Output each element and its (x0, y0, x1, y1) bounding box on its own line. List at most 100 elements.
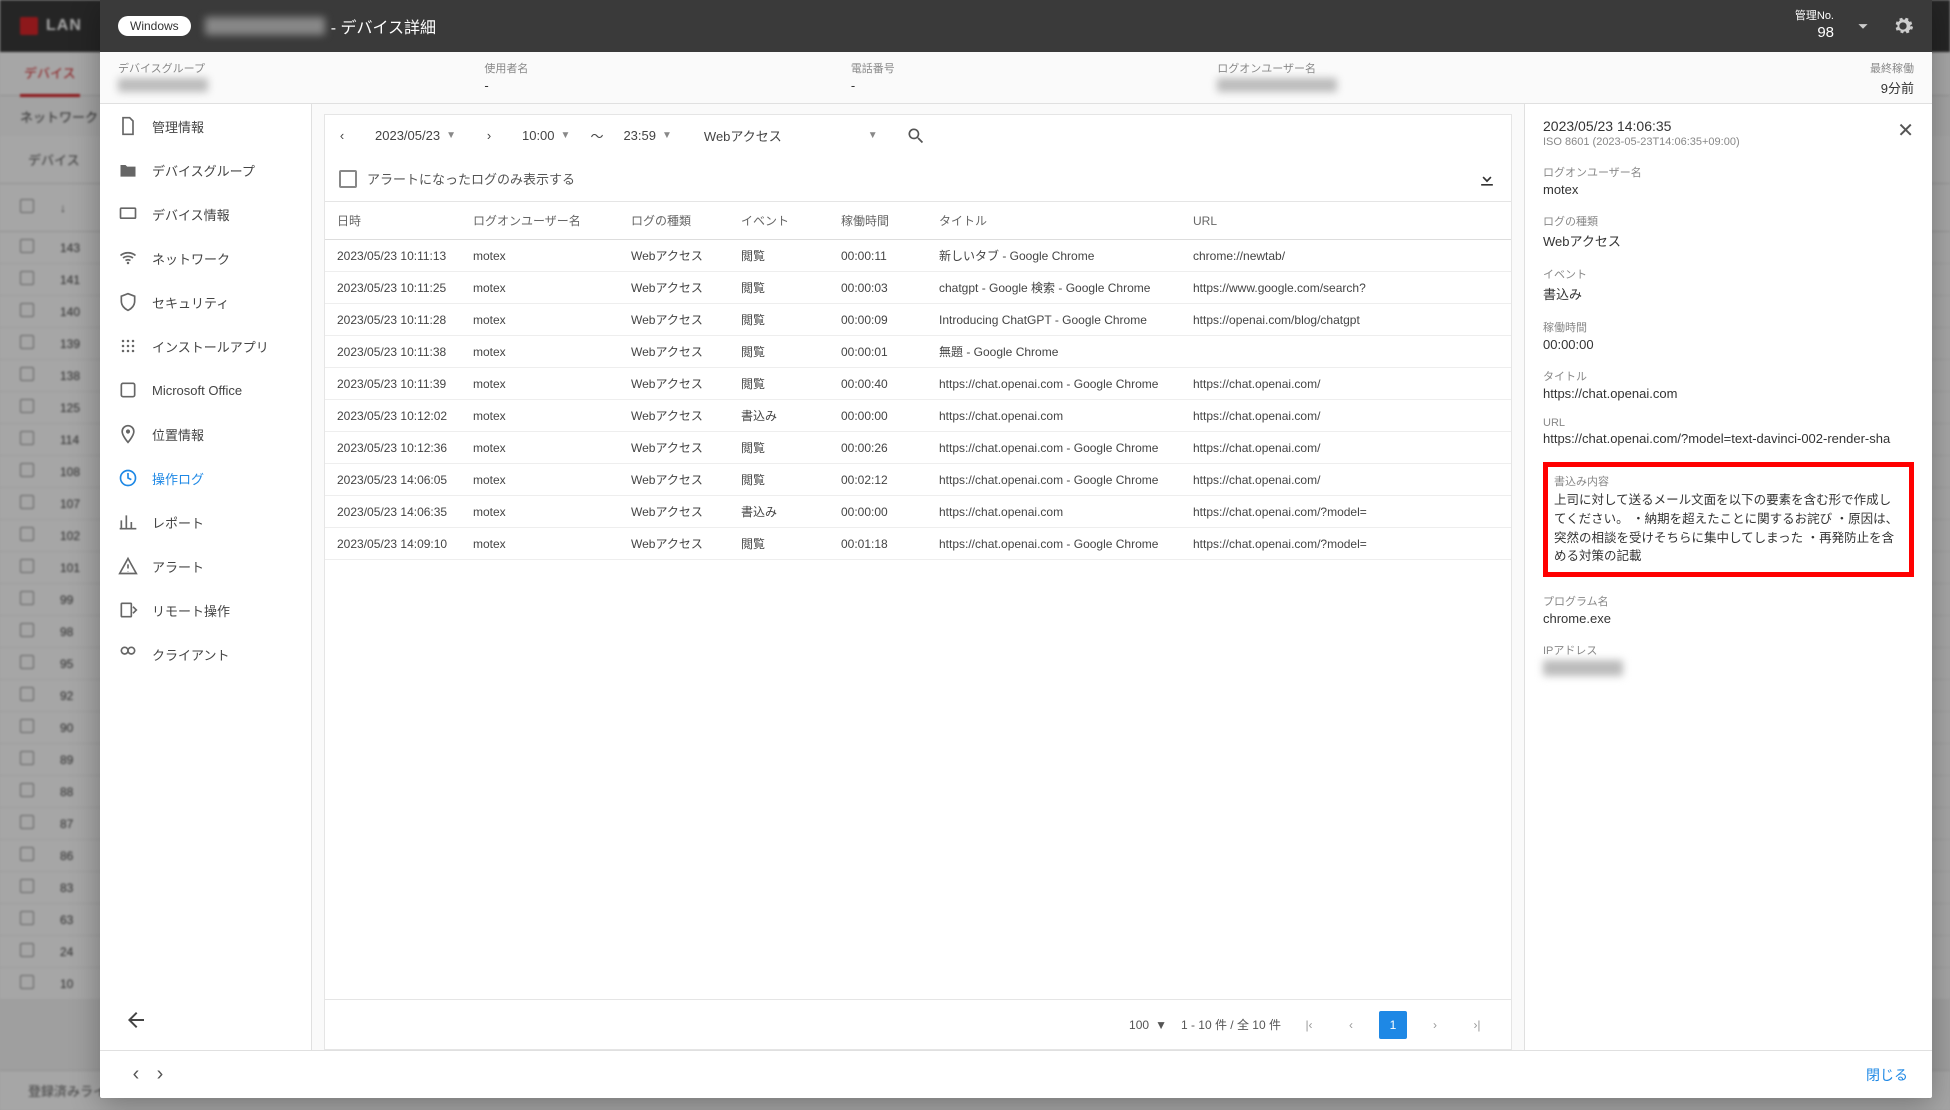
log-row[interactable]: 2023/05/23 10:11:13motexWebアクセス閲覧00:00:1… (325, 240, 1511, 272)
info-logon-redacted (1217, 78, 1337, 92)
d-dur-val: 00:00:00 (1543, 337, 1914, 352)
log-row[interactable]: 2023/05/23 14:06:05motexWebアクセス閲覧00:02:1… (325, 464, 1511, 496)
page-size-select[interactable]: 100▼ (1129, 1018, 1167, 1032)
log-row[interactable]: 2023/05/23 10:12:36motexWebアクセス閲覧00:00:2… (325, 432, 1511, 464)
info-group-label: デバイスグループ (118, 60, 448, 76)
time-sep: 〜 (590, 126, 603, 145)
back-arrow-icon[interactable] (124, 1008, 148, 1032)
sidebar-item-office[interactable]: Microsoft Office (100, 368, 311, 412)
sidebar-item-label: 操作ログ (152, 469, 204, 488)
col-type[interactable]: ログの種類 (631, 212, 741, 229)
mgmt-label: 管理No. (1795, 10, 1834, 23)
page-last-button[interactable]: ›| (1463, 1011, 1491, 1039)
d-prog-val: chrome.exe (1543, 611, 1914, 626)
sidebar-item-folder[interactable]: デバイスグループ (100, 148, 311, 192)
sidebar-item-label: デバイス情報 (152, 205, 230, 224)
d-ip-redacted (1543, 660, 1623, 676)
d-event-label: イベント (1543, 266, 1914, 282)
d-type-label: ログの種類 (1543, 213, 1914, 229)
mgmt-number: 管理No. 98 (1795, 10, 1834, 41)
sidebar-item-device[interactable]: デバイス情報 (100, 192, 311, 236)
date-picker[interactable]: 2023/05/23▼ (369, 128, 462, 143)
col-dur[interactable]: 稼働時間 (841, 212, 939, 229)
log-toolbar: ‹ 2023/05/23▼ › 10:00▼ 〜 23:59▼ Webアクセス▼ (324, 114, 1512, 156)
log-row[interactable]: 2023/05/23 14:09:10motexWebアクセス閲覧00:01:1… (325, 528, 1511, 560)
page-prev-button[interactable]: ‹ (1337, 1011, 1365, 1039)
log-row[interactable]: 2023/05/23 10:12:02motexWebアクセス書込み00:00:… (325, 400, 1511, 432)
d-title-label: タイトル (1543, 368, 1914, 384)
d-ip-label: IPアドレス (1543, 642, 1914, 658)
log-row[interactable]: 2023/05/23 10:11:38motexWebアクセス閲覧00:00:0… (325, 336, 1511, 368)
d-url-label: URL (1543, 417, 1914, 429)
sidebar-item-doc[interactable]: 管理情報 (100, 104, 311, 148)
d-title-val: https://chat.openai.com (1543, 386, 1914, 401)
sidebar-item-apps[interactable]: インストールアプリ (100, 324, 311, 368)
shield-icon (118, 292, 138, 312)
info-logon-label: ログオンユーザー名 (1217, 60, 1547, 76)
sidebar-item-label: クライアント (152, 645, 229, 664)
modal-info-strip: デバイスグループ 使用者名- 電話番号- ログオンユーザー名 最終稼働9分前 (100, 52, 1932, 104)
footer-prev-button[interactable]: ‹ (124, 1063, 148, 1086)
col-title[interactable]: タイトル (939, 212, 1193, 229)
modal-title-suffix: - デバイス詳細 (331, 14, 436, 38)
mgmt-value: 98 (1795, 24, 1834, 42)
chart-icon (118, 512, 138, 532)
sidebar-item-wifi[interactable]: ネットワーク (100, 236, 311, 280)
time-from-picker[interactable]: 10:00▼ (516, 128, 576, 143)
log-row[interactable]: 2023/05/23 10:11:28motexWebアクセス閲覧00:00:0… (325, 304, 1511, 336)
detail-close-button[interactable]: ✕ (1897, 118, 1914, 143)
log-pager: 100▼ 1 - 10 件 / 全 10 件 |‹ ‹ 1 › ›| (324, 1000, 1512, 1050)
d-write-label: 書込み内容 (1554, 473, 1903, 489)
device-name-redacted (205, 17, 325, 35)
log-row[interactable]: 2023/05/23 10:11:39motexWebアクセス閲覧00:00:4… (325, 368, 1511, 400)
log-table-header: 日時 ログオンユーザー名 ログの種類 イベント 稼働時間 タイトル URL (325, 202, 1511, 240)
log-filter-row: アラートになったログのみ表示する (324, 156, 1512, 202)
sidebar-item-shield[interactable]: セキュリティ (100, 280, 311, 324)
sidebar-item-chart[interactable]: レポート (100, 500, 311, 544)
sidebar-item-history[interactable]: 操作ログ (100, 456, 311, 500)
log-category-picker[interactable]: Webアクセス▼ (698, 126, 884, 145)
detail-iso: ISO 8601 (2023-05-23T14:06:35+09:00) (1543, 136, 1740, 148)
chevron-down-icon[interactable] (1852, 15, 1874, 37)
date-prev-button[interactable]: ‹ (325, 119, 359, 153)
page-next-button[interactable]: › (1421, 1011, 1449, 1039)
col-event[interactable]: イベント (741, 212, 841, 229)
col-time[interactable]: 日時 (325, 212, 473, 229)
sidebar-item-label: デバイスグループ (152, 161, 255, 180)
wifi-icon (118, 248, 138, 268)
doc-icon (118, 116, 138, 136)
info-phone-label: 電話番号 (851, 60, 1181, 76)
alert-only-checkbox[interactable] (339, 170, 357, 188)
time-to-picker[interactable]: 23:59▼ (617, 128, 677, 143)
download-icon[interactable] (1477, 169, 1497, 189)
page-number[interactable]: 1 (1379, 1011, 1407, 1039)
search-icon[interactable] (906, 126, 926, 146)
col-user[interactable]: ログオンユーザー名 (473, 212, 631, 229)
footer-next-button[interactable]: › (148, 1063, 172, 1086)
sidebar-item-label: 管理情報 (152, 117, 204, 136)
sidebar-item-warn[interactable]: アラート (100, 544, 311, 588)
os-badge: Windows (118, 16, 191, 36)
info-user-label: 使用者名 (484, 60, 814, 76)
info-last-value: 9分前 (1584, 78, 1914, 97)
info-last-label: 最終稼働 (1584, 60, 1914, 76)
d-type-val: Webアクセス (1543, 231, 1914, 250)
alert-only-label: アラートになったログのみ表示する (367, 169, 575, 188)
sidebar-item-pin[interactable]: 位置情報 (100, 412, 311, 456)
sidebar-item-label: リモート操作 (152, 601, 230, 620)
log-row[interactable]: 2023/05/23 14:06:35motexWebアクセス書込み00:00:… (325, 496, 1511, 528)
sidebar-item-label: 位置情報 (152, 425, 204, 444)
modal-footer: ‹ › 閉じる (100, 1050, 1932, 1098)
gear-icon[interactable] (1892, 15, 1914, 37)
modal-close-button[interactable]: 閉じる (1866, 1065, 1908, 1085)
info-phone-value: - (851, 78, 1181, 93)
page-first-button[interactable]: |‹ (1295, 1011, 1323, 1039)
log-row[interactable]: 2023/05/23 10:11:25motexWebアクセス閲覧00:00:0… (325, 272, 1511, 304)
sidebar-item-remote[interactable]: リモート操作 (100, 588, 311, 632)
sidebar-item-client[interactable]: クライアント (100, 632, 311, 676)
page-range: 1 - 10 件 / 全 10 件 (1181, 1016, 1281, 1033)
col-url[interactable]: URL (1193, 214, 1511, 228)
log-detail-panel: 2023/05/23 14:06:35 ISO 8601 (2023-05-23… (1524, 104, 1932, 1050)
folder-icon (118, 160, 138, 180)
date-next-button[interactable]: › (472, 119, 506, 153)
